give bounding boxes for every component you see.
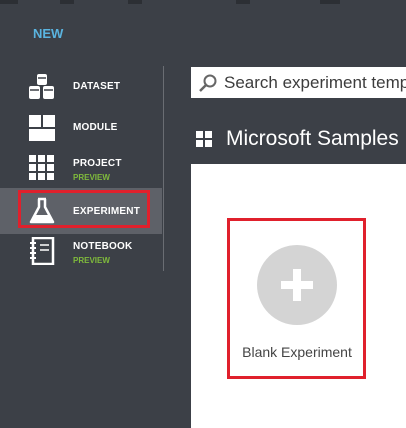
module-icon — [29, 115, 55, 141]
project-icon — [29, 155, 54, 180]
nav-item-notebook[interactable]: NOTEBOOK PREVIEW — [0, 231, 162, 271]
sidebar-divider — [163, 66, 164, 271]
samples-title: Microsoft Samples — [226, 127, 399, 150]
notebook-icon — [30, 237, 55, 265]
nav-item-module[interactable]: MODULE — [0, 108, 162, 148]
search-icon — [199, 74, 217, 92]
search-input[interactable]: Search experiment templ — [224, 73, 406, 93]
experiment-highlight-box — [18, 190, 150, 228]
grid-icon — [196, 131, 212, 147]
search-box[interactable]: Search experiment templ — [191, 67, 406, 98]
blank-experiment-highlight-box — [227, 218, 366, 379]
nav-item-label: PROJECT — [73, 158, 122, 169]
top-strip-segment — [320, 0, 340, 4]
new-header: NEW — [33, 26, 64, 41]
top-strip-segment — [236, 0, 250, 4]
preview-badge: PREVIEW — [73, 256, 110, 265]
top-strip — [0, 0, 406, 10]
nav-item-label: DATASET — [73, 81, 121, 92]
nav-item-project[interactable]: PROJECT PREVIEW — [0, 148, 162, 188]
top-strip-segment — [0, 0, 18, 4]
nav-item-label: NOTEBOOK — [73, 241, 133, 252]
top-strip-segment — [128, 0, 142, 4]
preview-badge: PREVIEW — [73, 173, 110, 182]
nav-item-dataset[interactable]: DATASET — [0, 67, 162, 107]
top-strip-segment — [60, 0, 74, 4]
dataset-icon — [29, 74, 54, 99]
nav-item-label: MODULE — [73, 122, 118, 133]
